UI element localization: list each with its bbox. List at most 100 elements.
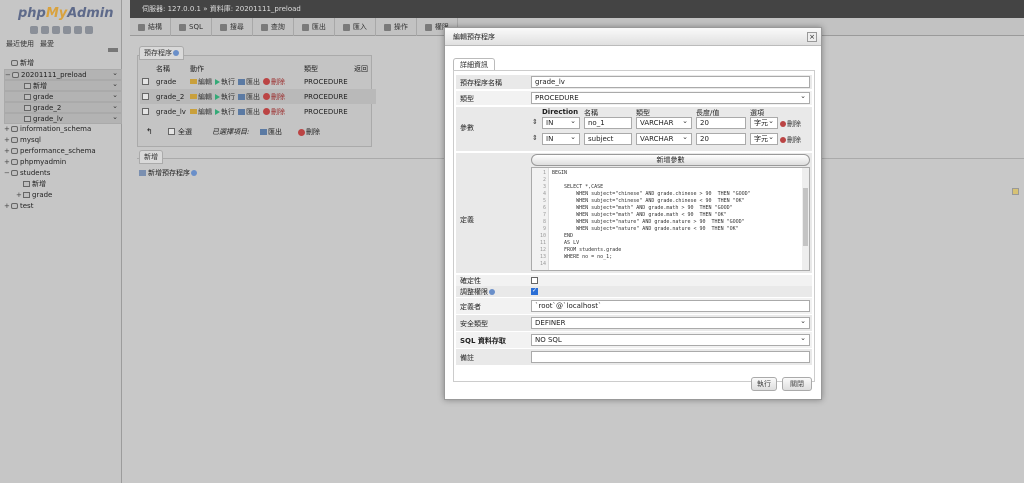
execute-action[interactable]: 執行 — [214, 108, 235, 116]
tree-item[interactable]: grade_lv — [4, 113, 122, 124]
add-routine-link[interactable]: 新增預存程序 — [139, 168, 197, 178]
expand-toggle-icon[interactable]: + — [4, 201, 11, 212]
bulk-export-button[interactable]: 匯出 — [260, 127, 282, 137]
drop-icon — [780, 121, 786, 127]
tree-item[interactable]: grade — [4, 91, 122, 102]
expand-toggle-icon[interactable]: + — [16, 190, 23, 201]
tree-item[interactable]: − students — [4, 168, 122, 179]
line-number: 14 — [539, 261, 546, 267]
info-icon[interactable] — [191, 170, 197, 176]
tree-item[interactable]: + information_schema — [4, 124, 122, 135]
expand-toggle-icon[interactable]: + — [4, 146, 11, 157]
row-checkbox[interactable] — [142, 78, 149, 85]
close-icon[interactable]: × — [807, 32, 817, 42]
editor-scrollbar[interactable] — [802, 168, 809, 270]
sql-access-select[interactable]: NO SQL — [531, 334, 810, 346]
tab-query[interactable]: 查詢 — [253, 18, 294, 36]
docs-icon[interactable] — [63, 26, 71, 34]
routine-returns — [351, 89, 376, 104]
tab-export[interactable]: 匯出 — [294, 18, 335, 36]
add-param-button[interactable]: 新增參數 — [531, 154, 810, 166]
drop-action[interactable]: 刪除 — [262, 108, 285, 116]
home-icon[interactable] — [30, 26, 38, 34]
reorder-handle-icon[interactable]: ⇕ — [532, 118, 538, 126]
table-icon — [24, 116, 31, 122]
expand-toggle-icon[interactable]: + — [4, 124, 11, 135]
help-icon[interactable] — [52, 26, 60, 34]
tree-item[interactable]: + grade — [4, 190, 122, 201]
tree-item[interactable]: + phpmyadmin — [4, 157, 122, 168]
param-type-select[interactable]: VARCHAR — [636, 117, 692, 129]
console-toggle-icon[interactable] — [1012, 188, 1019, 195]
info-icon[interactable] — [489, 289, 495, 295]
comment-input[interactable] — [531, 351, 810, 363]
reorder-handle-icon[interactable]: ⇕ — [532, 134, 538, 142]
edit-action[interactable]: 編輯 — [189, 108, 212, 116]
tree-item[interactable]: + mysql — [4, 135, 122, 146]
row-checkbox[interactable] — [142, 108, 149, 115]
tree-item[interactable]: + performance_schema — [4, 146, 122, 157]
param-length-input[interactable]: 20 — [696, 133, 746, 145]
tree-item[interactable]: 新增 — [4, 179, 122, 190]
tab-sql[interactable]: SQL — [171, 18, 212, 36]
security-row: 安全類型 DEFINER — [456, 315, 812, 331]
expand-toggle-icon[interactable]: + — [4, 135, 11, 146]
tree-item[interactable]: 新增 — [4, 58, 122, 69]
param-direction-select[interactable]: IN — [542, 117, 580, 129]
adjust-privileges-checkbox[interactable] — [531, 287, 538, 295]
reload-icon[interactable] — [85, 26, 93, 34]
tree-item[interactable]: − 20201111_preload — [4, 69, 122, 80]
tab-operations[interactable]: 操作 — [376, 18, 417, 36]
expand-toggle-icon[interactable]: − — [4, 168, 11, 179]
tab-search[interactable]: 搜尋 — [212, 18, 253, 36]
select-all-checkbox[interactable] — [168, 128, 175, 135]
tree-item[interactable]: 新增 — [4, 80, 122, 91]
definition-editor[interactable]: 1 2 3 4 5 6 7 8 9 10 11 12 13 14 BEGIN SELECT *,CASE … — [531, 167, 810, 271]
tab-import[interactable]: 匯入 — [335, 18, 376, 36]
drop-action[interactable]: 刪除 — [262, 93, 285, 101]
export-action[interactable]: 匯出 — [237, 78, 260, 86]
settings-icon[interactable] — [74, 26, 82, 34]
definer-row: 定義者 `root`@`localhost` — [456, 298, 812, 314]
row-checkbox[interactable] — [142, 93, 149, 100]
param-option-select[interactable]: 字元 — [750, 117, 778, 129]
edit-action[interactable]: 編輯 — [189, 78, 212, 86]
tab-structure[interactable]: 結構 — [130, 18, 171, 36]
logo[interactable]: phpMyAdmin — [18, 6, 118, 21]
remove-param-button[interactable]: 刪除 — [780, 135, 801, 145]
deterministic-checkbox[interactable] — [531, 277, 538, 284]
security-select[interactable]: DEFINER — [531, 317, 810, 329]
info-icon[interactable] — [173, 50, 179, 56]
export-action[interactable]: 匯出 — [237, 108, 260, 116]
definer-input[interactable]: `root`@`localhost` — [531, 300, 810, 312]
tree-item[interactable]: grade_2 — [4, 102, 122, 113]
param-name-input[interactable]: subject — [584, 133, 632, 145]
param-option-select[interactable]: 字元 — [750, 133, 778, 145]
execute-action[interactable]: 執行 — [214, 93, 235, 101]
remove-param-button[interactable]: 刪除 — [780, 119, 801, 129]
tree-item-label: test — [20, 202, 34, 210]
edit-action[interactable]: 編輯 — [189, 93, 212, 101]
expand-toggle-icon[interactable]: − — [5, 70, 12, 79]
param-name-input[interactable]: no_1 — [584, 117, 632, 129]
tree-item[interactable]: + test — [4, 201, 122, 212]
param-direction-select[interactable]: IN — [542, 133, 580, 145]
collapse-all-icon[interactable] — [108, 48, 118, 52]
execute-action[interactable]: 執行 — [214, 78, 235, 86]
expand-toggle-icon[interactable]: + — [4, 157, 11, 168]
bulk-drop-button[interactable]: 刪除 — [298, 127, 320, 137]
go-button[interactable]: 執行 — [751, 377, 777, 391]
favorites-link[interactable]: 最愛 — [40, 39, 54, 49]
structure-icon — [138, 23, 145, 31]
routine-name-input[interactable]: grade_lv — [531, 76, 810, 88]
column-header-type: 類型 — [303, 65, 318, 73]
drop-action[interactable]: 刪除 — [262, 78, 285, 86]
param-length-input[interactable]: 20 — [696, 117, 746, 129]
select-all-label[interactable]: 全選 — [178, 127, 192, 137]
routine-type-select[interactable]: PROCEDURE — [531, 92, 810, 104]
recent-link[interactable]: 最近使用 — [6, 39, 34, 49]
logout-icon[interactable] — [41, 26, 49, 34]
export-action[interactable]: 匯出 — [237, 93, 260, 101]
close-button[interactable]: 關閉 — [782, 377, 812, 391]
param-type-select[interactable]: VARCHAR — [636, 133, 692, 145]
